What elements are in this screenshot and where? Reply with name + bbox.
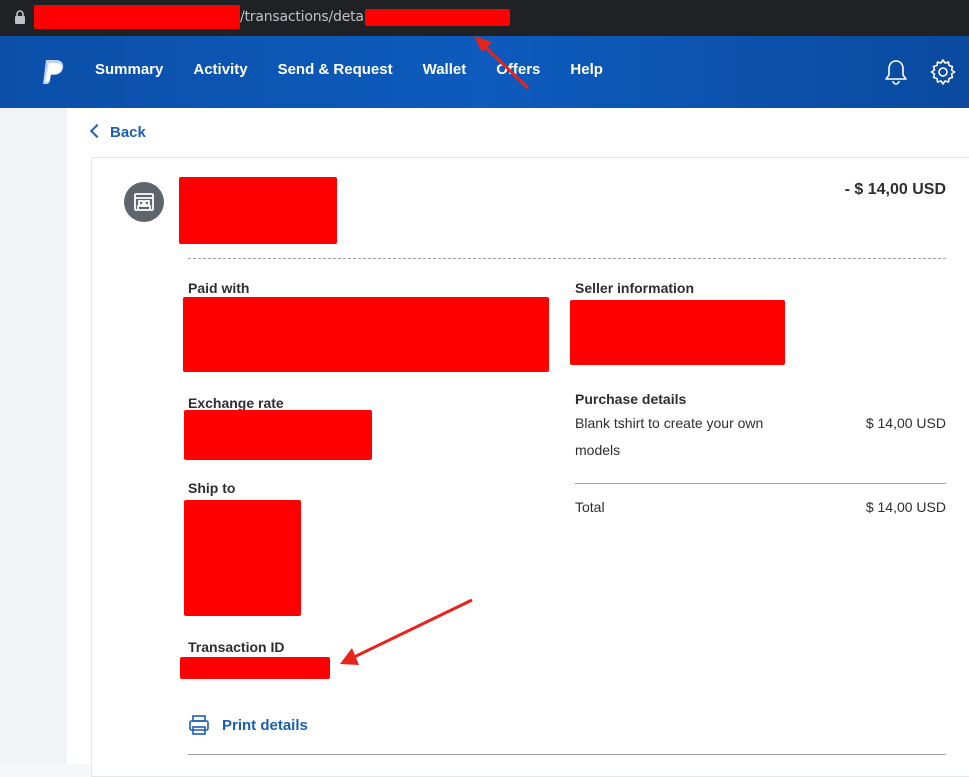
- top-navigation: Summary Activity Send & Request Wallet O…: [0, 36, 969, 108]
- store-icon: [124, 182, 164, 222]
- redacted-exchange-rate: [184, 410, 372, 460]
- redacted-seller-info: [570, 300, 785, 365]
- redacted-transaction-id: [180, 657, 330, 679]
- redacted-shipping-address: [184, 500, 301, 616]
- bottom-divider: [188, 754, 946, 755]
- chevron-left-icon: [89, 123, 105, 139]
- item-amount: $ 14,00 USD: [865, 415, 946, 431]
- back-link[interactable]: Back: [89, 123, 146, 141]
- nav-summary[interactable]: Summary: [95, 61, 163, 78]
- print-details-label: Print details: [222, 716, 308, 734]
- total-amount: $ 14,00 USD: [865, 499, 946, 515]
- paypal-logo-icon[interactable]: [40, 58, 66, 86]
- nav-offers[interactable]: Offers: [496, 61, 540, 78]
- printer-icon: [189, 715, 209, 735]
- exchange-rate-label: Exchange rate: [188, 395, 284, 411]
- gear-icon[interactable]: [929, 58, 957, 86]
- total-label: Total: [575, 499, 605, 515]
- redacted-transaction-id-url: [365, 9, 510, 26]
- nav-activity[interactable]: Activity: [193, 61, 247, 78]
- divider: [188, 258, 946, 259]
- nav-send-request[interactable]: Send & Request: [278, 61, 393, 78]
- seller-information-label: Seller information: [575, 280, 695, 296]
- print-details-button[interactable]: Print details: [188, 714, 308, 736]
- redacted-merchant-name: [179, 177, 337, 244]
- nav-help[interactable]: Help: [570, 61, 603, 78]
- browser-url-bar[interactable]: /transactions/details/: [0, 0, 969, 36]
- nav-wallet[interactable]: Wallet: [423, 61, 467, 78]
- paid-with-label: Paid with: [188, 280, 250, 296]
- redacted-payment-method: [183, 297, 549, 372]
- back-label: Back: [110, 124, 146, 141]
- transaction-id-label: Transaction ID: [188, 639, 285, 655]
- nav-menu: Summary Activity Send & Request Wallet O…: [95, 61, 633, 78]
- transaction-card: [91, 157, 969, 777]
- lock-icon: [15, 10, 25, 24]
- bell-icon[interactable]: [883, 58, 909, 86]
- ship-to-label: Ship to: [188, 480, 236, 496]
- total-divider: [575, 483, 946, 484]
- url-path: /transactions/details/: [240, 9, 383, 25]
- redacted-domain: [34, 5, 240, 29]
- left-panel: [0, 108, 67, 764]
- transaction-amount: - $ 14,00 USD: [844, 181, 946, 198]
- purchase-details-label: Purchase details: [575, 391, 687, 407]
- item-description: Blank tshirt to create your own models: [575, 415, 764, 458]
